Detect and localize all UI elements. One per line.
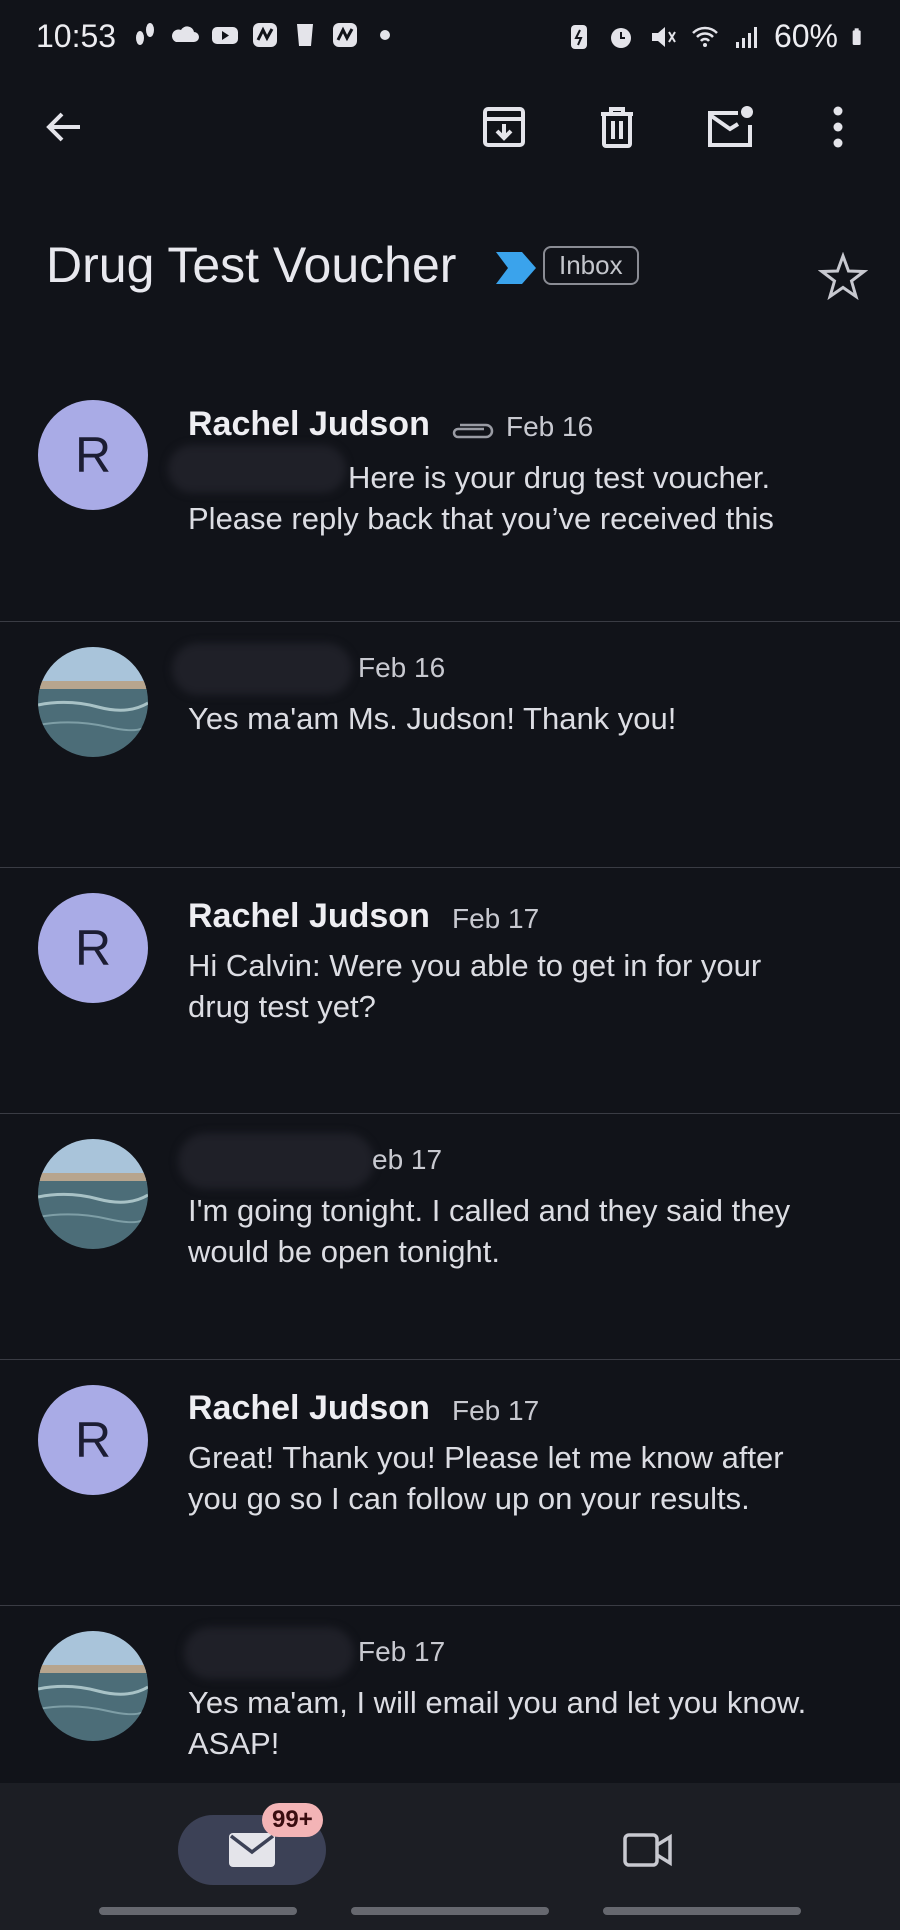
message-date: Feb 17	[358, 1636, 446, 1667]
subject-row: Drug Test Voucher Inbox	[46, 228, 868, 308]
sender-avatar[interactable]: R	[38, 1385, 148, 1495]
app-icon	[253, 23, 277, 47]
app-icon-2	[333, 23, 357, 47]
bottom-navigation: 99+	[0, 1783, 900, 1930]
message-date: eb 17	[372, 1144, 443, 1175]
meet-tab[interactable]	[616, 1815, 680, 1885]
sender-name: Rachel Judson	[188, 897, 430, 935]
message-snippet-continued: would be open tonight.	[188, 1234, 500, 1269]
message-item[interactable]: R Rachel Judson Feb 17 Hi Calvin: Were y…	[0, 867, 900, 1114]
back-arrow-icon	[46, 112, 80, 142]
inbox-label-chip[interactable]: Inbox	[543, 246, 639, 285]
message-date: Feb 17	[452, 903, 540, 934]
gesture-handle	[603, 1907, 801, 1915]
battery-icon	[852, 27, 861, 45]
message-snippet: Hi Calvin: Were you able to get in for y…	[188, 948, 762, 983]
mute-icon	[651, 26, 676, 47]
status-bar: 10:53 60%	[0, 0, 900, 80]
signal-icon	[735, 26, 757, 48]
redacted-sender	[178, 1133, 374, 1189]
beach-photo-icon	[38, 1139, 148, 1249]
message-date: Feb 16	[358, 652, 446, 683]
more-options-button[interactable]	[806, 95, 870, 159]
redacted-sender	[184, 1627, 354, 1679]
message-snippet-continued: drug test yet?	[188, 989, 376, 1024]
mail-icon	[229, 1833, 275, 1867]
message-snippet-continued: ASAP!	[188, 1726, 280, 1761]
message-snippet: Here is your drug test voucher.	[348, 460, 771, 495]
message-item[interactable]: R Rachel Judson Feb 16 Here is your drug…	[0, 375, 900, 622]
sender-avatar[interactable]: R	[38, 400, 148, 510]
gesture-handle	[99, 1907, 297, 1915]
message-snippet: I'm going tonight. I called and they sai…	[188, 1193, 791, 1228]
archive-button[interactable]	[472, 95, 536, 159]
cloud-icon	[172, 26, 199, 42]
alarm-icon	[610, 27, 631, 48]
message-item[interactable]: R Rachel Judson Feb 17 Great! Thank you!…	[0, 1359, 900, 1606]
dot-icon	[380, 30, 390, 40]
attachment-icon	[452, 423, 494, 439]
battery-saver-icon	[570, 24, 587, 49]
gesture-handle	[351, 1907, 549, 1915]
mark-unread-button[interactable]	[698, 95, 762, 159]
beach-photo-icon	[38, 1631, 148, 1741]
message-snippet: Great! Thank you! Please let me know aft…	[188, 1440, 784, 1475]
importance-marker-icon[interactable]	[494, 250, 538, 286]
message-snippet-continued: Please reply back that you’ve received t…	[188, 501, 774, 536]
wifi-icon	[692, 26, 718, 47]
star-icon[interactable]	[818, 252, 868, 302]
battery-percent: 60%	[773, 18, 838, 54]
delete-button[interactable]	[585, 95, 649, 159]
footsteps-icon	[136, 23, 154, 45]
cup-icon	[297, 24, 313, 46]
message-item[interactable]: Feb 16 Yes ma'am Ms. Judson! Thank you!	[0, 621, 900, 868]
notification-icons	[130, 20, 400, 50]
thread-subject: Drug Test Voucher	[46, 237, 457, 293]
video-camera-icon	[623, 1833, 672, 1867]
redacted-area	[168, 445, 346, 493]
sender-name: Rachel Judson	[188, 1389, 430, 1427]
sender-avatar[interactable]: R	[38, 893, 148, 1003]
archive-icon	[483, 107, 525, 147]
system-icons: 60%	[564, 18, 870, 55]
youtube-icon	[212, 27, 238, 44]
message-date: Feb 17	[452, 1395, 540, 1426]
message-item[interactable]: eb 17 I'm going tonight. I called and th…	[0, 1113, 900, 1360]
beach-photo-icon	[38, 647, 148, 757]
trash-icon	[601, 107, 633, 148]
sender-avatar-photo[interactable]	[38, 647, 148, 757]
top-app-bar	[0, 95, 900, 175]
status-time: 10:53	[36, 18, 117, 54]
sender-name: Rachel Judson	[188, 405, 430, 443]
message-snippet: Yes ma'am Ms. Judson! Thank you!	[188, 701, 677, 736]
message-date: Feb 16	[506, 411, 594, 442]
sender-avatar-photo[interactable]	[38, 1139, 148, 1249]
redacted-sender	[172, 643, 352, 695]
message-snippet: Yes ma'am, I will email you and let you …	[188, 1685, 807, 1720]
back-button[interactable]	[32, 95, 96, 159]
more-vert-icon	[833, 106, 843, 148]
message-snippet-continued: you go so I can follow up on your result…	[188, 1481, 750, 1516]
mark-unread-icon	[708, 106, 753, 147]
sender-avatar-photo[interactable]	[38, 1631, 148, 1741]
unread-count-badge: 99+	[262, 1803, 323, 1837]
